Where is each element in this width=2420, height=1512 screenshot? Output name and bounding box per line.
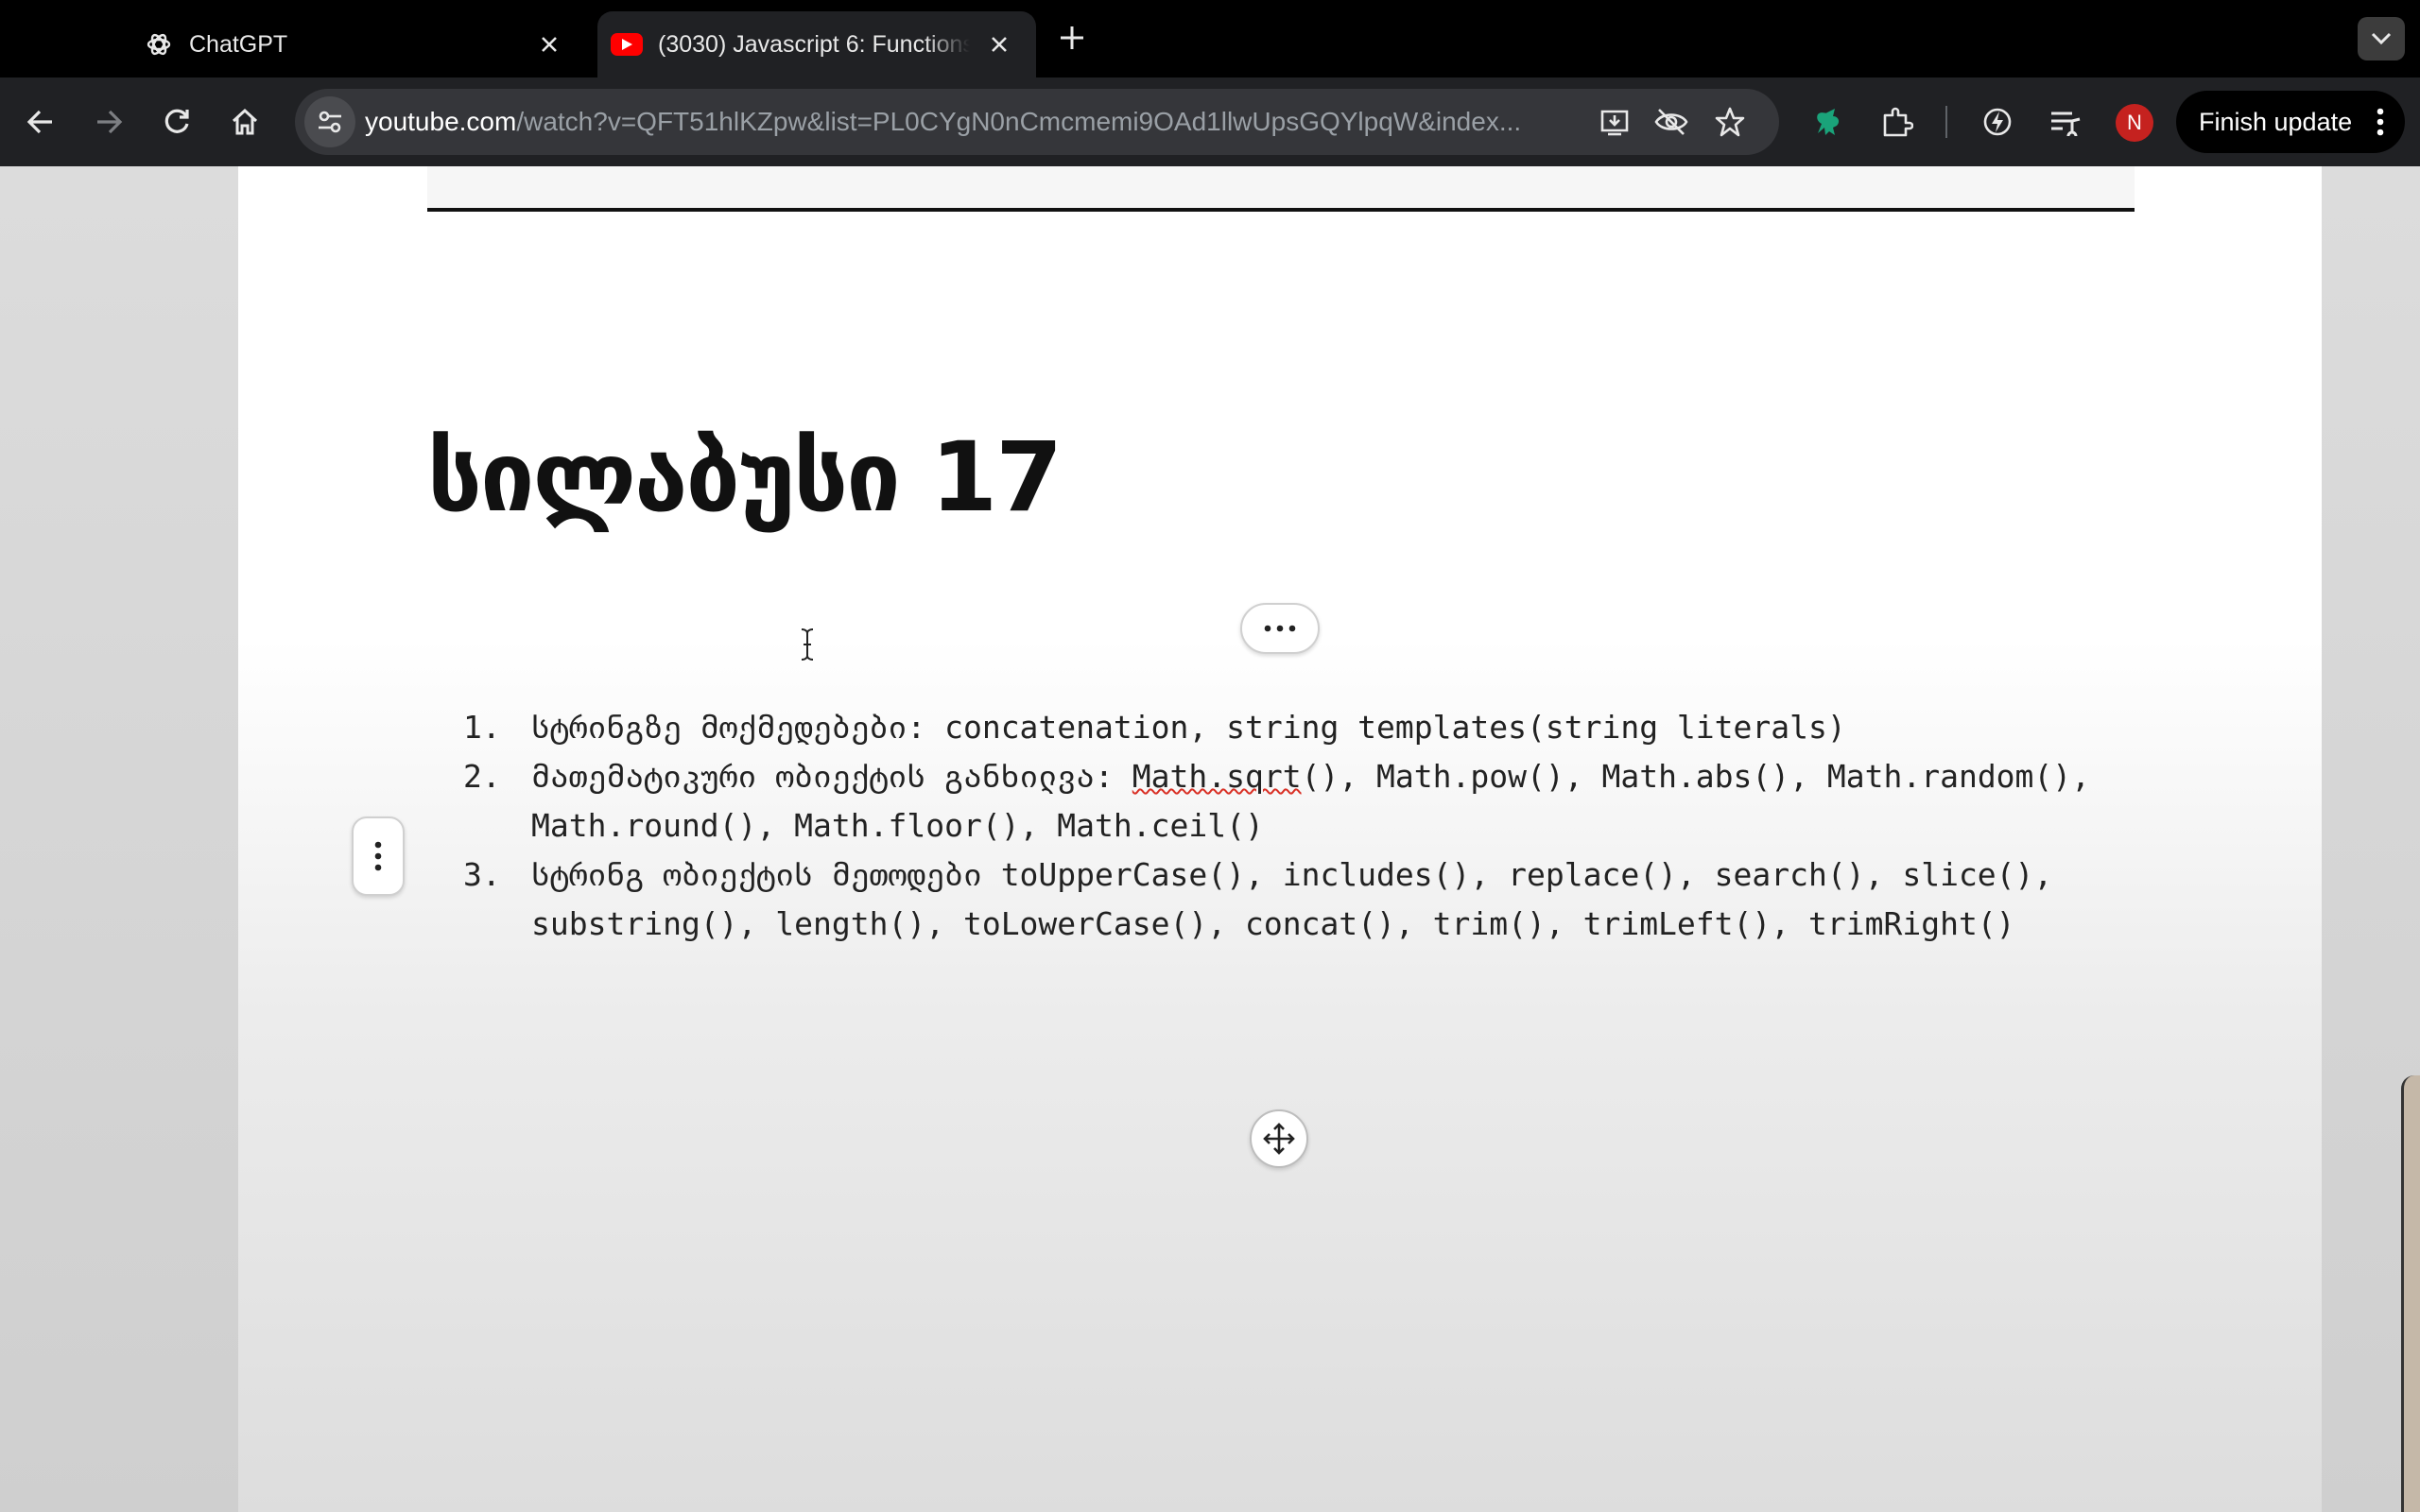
tracking-eye-off-icon[interactable] (1651, 101, 1692, 143)
url-path: /watch?v=QFT51hlKZpw&list=PL0CYgN0nCmcme… (516, 107, 1522, 136)
close-tab-icon[interactable] (981, 26, 1017, 62)
tab-youtube-active[interactable]: (3030) Javascript 6: Functions (597, 11, 1036, 77)
dinosaur-extension-icon[interactable] (1802, 96, 1853, 147)
document-page: სილაბუსი 17 1. სტრინგზე მოქმედებები: con… (238, 166, 2322, 1512)
install-app-icon[interactable] (1594, 101, 1635, 143)
side-panel-edge (2401, 1075, 2420, 1512)
forward-arrow-icon (97, 110, 123, 134)
chevron-down-icon (2371, 32, 2392, 45)
block-drag-handle[interactable] (352, 816, 405, 896)
list-number: 1. (463, 709, 501, 746)
page-title: სილაბუსი 17 (427, 421, 1063, 534)
back-button[interactable] (15, 96, 66, 147)
url-host: youtube.com (365, 107, 517, 136)
back-arrow-icon (26, 110, 52, 134)
list-item[interactable]: 1. სტრინგზე მოქმედებები: concatenation, … (463, 703, 2335, 752)
list-number: 2. (463, 758, 501, 795)
youtube-logo-icon (611, 33, 643, 56)
tab-strip: ChatGPT (3030) Javascript 6: Functions (0, 0, 2420, 77)
list-item[interactable]: 3. სტრინგ ობიექტის მეთოდები toUpperCase(… (463, 850, 2335, 949)
home-button[interactable] (219, 96, 270, 147)
tab-chatgpt[interactable]: ChatGPT (142, 11, 586, 77)
chatgpt-logo-icon (142, 27, 176, 61)
close-tab-icon[interactable] (531, 26, 567, 62)
profile-avatar[interactable]: N (2116, 104, 2153, 142)
video-frame: სილაბუსი 17 1. სტრინგზე მოქმედებები: con… (0, 166, 2420, 1512)
forward-button[interactable] (83, 96, 134, 147)
url-text[interactable]: youtube.com/watch?v=QFT51hlKZpw&list=PL0… (365, 89, 1575, 155)
toolbar-divider (1945, 106, 1947, 138)
bookmark-star-icon[interactable] (1709, 101, 1751, 143)
tab-search-button[interactable] (2358, 17, 2405, 60)
tab-title: ChatGPT (189, 30, 288, 58)
more-horizontal-icon (1264, 625, 1296, 632)
list-number: 3. (463, 856, 501, 893)
extensions-puzzle-icon[interactable] (1872, 96, 1923, 147)
syllabus-list: 1. სტრინგზე მოქმედებები: concatenation, … (463, 703, 2335, 949)
reload-icon (164, 109, 189, 133)
browser-toolbar: youtube.com/watch?v=QFT51hlKZpw&list=PL0… (0, 77, 2420, 166)
document-header-band (427, 166, 2135, 212)
text-cursor-icon (798, 627, 817, 666)
more-vert-icon (374, 841, 382, 871)
spellcheck-underline: Math.sqrt (1132, 758, 1302, 795)
list-item[interactable]: 2. მათემატიკური ობიექტის განხილვა: Math.… (463, 752, 2335, 850)
more-vert-icon (2377, 108, 2384, 136)
list-text[interactable]: სტრინგ ობიექტის მეთოდები toUpperCase(), … (531, 850, 2233, 949)
site-settings-icon[interactable] (304, 96, 355, 147)
new-tab-button[interactable] (1053, 19, 1091, 57)
home-icon (232, 108, 258, 135)
finish-update-button[interactable]: Finish update (2176, 91, 2405, 153)
move-arrows-icon (1263, 1123, 1295, 1155)
tab-title: (3030) Javascript 6: Functions (658, 30, 970, 58)
reading-list-icon[interactable] (2040, 96, 2091, 147)
block-more-options-button[interactable] (1240, 603, 1320, 654)
move-handle[interactable] (1250, 1109, 1308, 1168)
finish-update-label: Finish update (2199, 107, 2353, 136)
reload-button[interactable] (151, 96, 202, 147)
performance-icon[interactable] (1972, 96, 2023, 147)
address-bar[interactable]: youtube.com/watch?v=QFT51hlKZpw&list=PL0… (295, 89, 1779, 155)
list-text[interactable]: სტრინგზე მოქმედებები: concatenation, str… (531, 703, 2233, 752)
list-text[interactable]: მათემატიკური ობიექტის განხილვა: Math.sqr… (531, 752, 2233, 850)
